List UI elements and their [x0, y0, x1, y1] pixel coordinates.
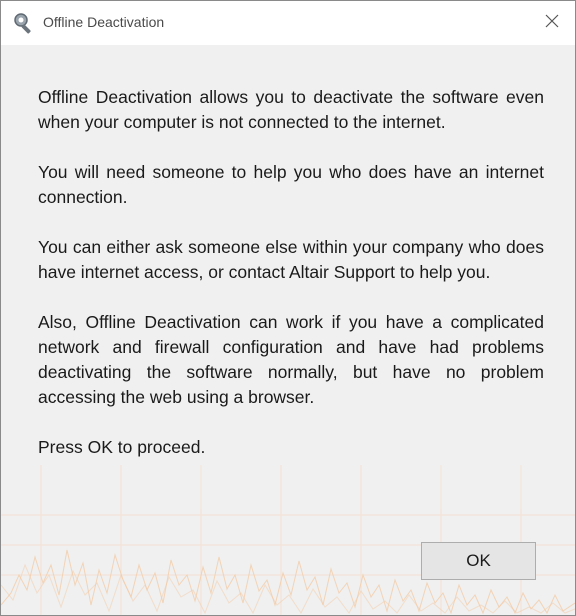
key-search-icon: [13, 12, 35, 34]
title-bar[interactable]: Offline Deactivation: [1, 1, 575, 45]
message-paragraph: You can either ask someone else within y…: [38, 237, 544, 282]
window-title: Offline Deactivation: [43, 14, 165, 30]
ok-button[interactable]: OK: [421, 542, 536, 580]
dialog-body: Offline Deactivation allows you to deact…: [1, 45, 575, 615]
message-paragraph: Offline Deactivation allows you to deact…: [38, 87, 544, 132]
close-button[interactable]: [529, 1, 575, 45]
message-text: Offline Deactivation allows you to deact…: [38, 85, 544, 485]
message-paragraph: You will need someone to help you who do…: [38, 162, 544, 207]
message-paragraph: Press OK to proceed.: [38, 437, 206, 457]
close-icon: [545, 14, 559, 33]
message-paragraph: Also, Offline Deactivation can work if y…: [38, 312, 544, 407]
offline-deactivation-dialog: Offline Deactivation Offline Deactivatio…: [0, 0, 576, 616]
